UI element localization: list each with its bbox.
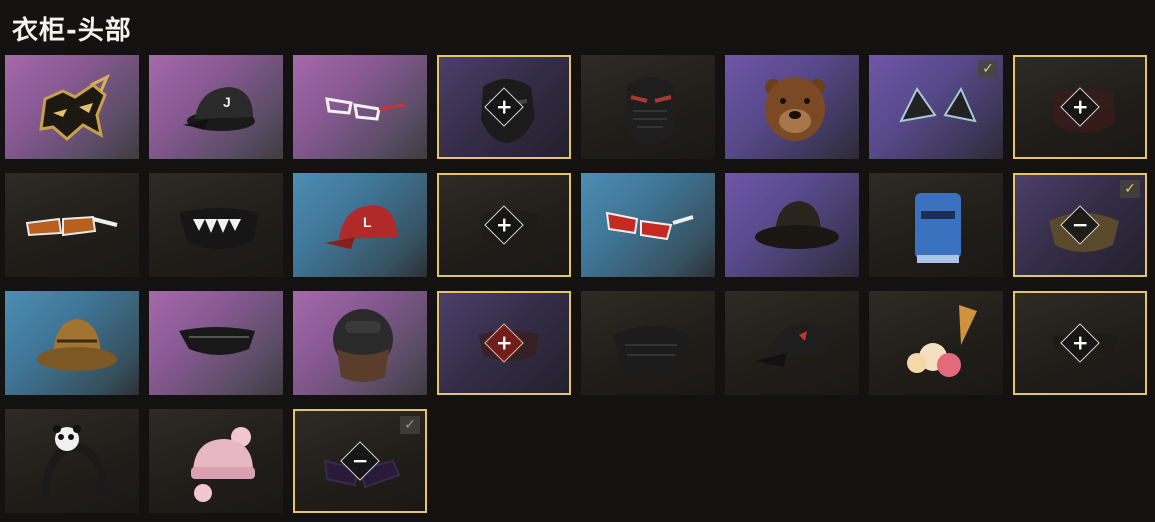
gold-mask-icon — [5, 55, 139, 159]
wardrobe-item-dark-goggles[interactable]: + — [1013, 291, 1147, 395]
wardrobe-item-ice-cream-hat[interactable] — [869, 291, 1003, 395]
wardrobe-item-blue-helmet[interactable] — [869, 173, 1003, 277]
wardrobe-item-panda-headband[interactable] — [5, 409, 139, 513]
pink-beanie-icon — [149, 409, 283, 513]
wardrobe-item-ninja-mask[interactable] — [581, 55, 715, 159]
svg-text:L: L — [363, 214, 372, 230]
black-cap-red-icon — [725, 291, 859, 395]
svg-text:J: J — [223, 94, 231, 110]
pilot-helmet-icon — [293, 291, 427, 395]
bear-head-icon — [725, 55, 859, 159]
ninja-mask-icon — [581, 55, 715, 159]
minus-icon: − — [351, 448, 369, 473]
black-respirator-icon — [581, 291, 715, 395]
bucket-hat-tan-icon — [5, 291, 139, 395]
wardrobe-item-black-eyepatch[interactable] — [149, 291, 283, 395]
wardrobe-item-red-cap-l[interactable]: L — [293, 173, 427, 277]
red-sunglasses-icon — [581, 173, 715, 277]
plus-icon: + — [495, 212, 513, 237]
wardrobe-item-camo-mask[interactable]: ✓ − — [1013, 173, 1147, 277]
equipped-check-icon: ✓ — [1120, 180, 1140, 198]
red-cap-l-icon: L — [293, 173, 427, 277]
equipped-check-icon: ✓ — [978, 60, 998, 78]
plus-icon: + — [495, 330, 513, 355]
wardrobe-item-red-item[interactable]: + — [437, 291, 571, 395]
wardrobe-item-black-face-mask[interactable]: + — [437, 55, 571, 159]
wardrobe-item-red-mask[interactable]: + — [1013, 55, 1147, 159]
plus-icon: + — [495, 94, 513, 119]
wardrobe-item-black-cap-red[interactable] — [725, 291, 859, 395]
wardrobe-item-pilot-helmet[interactable] — [293, 291, 427, 395]
bucket-hat-dark-icon — [725, 173, 859, 277]
wardrobe-item-bucket-hat-tan[interactable] — [5, 291, 139, 395]
plus-icon: + — [1071, 94, 1089, 119]
black-cap-j-icon: J — [149, 55, 283, 159]
wardrobe-item-bear-head[interactable] — [725, 55, 859, 159]
wardrobe-item-black-cap-j[interactable]: J — [149, 55, 283, 159]
wardrobe-item-bucket-hat-dark[interactable] — [725, 173, 859, 277]
ice-cream-hat-icon — [869, 291, 1003, 395]
white-glasses-icon — [293, 55, 427, 159]
wardrobe-item-sport-sunglasses[interactable] — [5, 173, 139, 277]
teeth-face-mask-icon — [149, 173, 283, 277]
blue-helmet-icon — [869, 173, 1003, 277]
wardrobe-item-dark-item[interactable]: + — [437, 173, 571, 277]
wardrobe-item-pink-beanie[interactable] — [149, 409, 283, 513]
page-title: 衣柜-头部 — [12, 16, 132, 46]
wardrobe-item-black-respirator[interactable] — [581, 291, 715, 395]
wardrobe-item-teeth-face-mask[interactable] — [149, 173, 283, 277]
wardrobe-item-purple-glasses[interactable]: ✓ − — [293, 409, 427, 513]
black-eyepatch-icon — [149, 291, 283, 395]
sport-sunglasses-icon — [5, 173, 139, 277]
wardrobe-item-cat-ears[interactable]: ✓ — [869, 55, 1003, 159]
wardrobe-grid: J + ✓ + L + ✓ − + + ✓ − — [5, 55, 1147, 513]
wardrobe-item-red-sunglasses[interactable] — [581, 173, 715, 277]
wardrobe-item-gold-mask[interactable] — [5, 55, 139, 159]
wardrobe-item-white-glasses[interactable] — [293, 55, 427, 159]
panda-headband-icon — [5, 409, 139, 513]
plus-icon: + — [1071, 330, 1089, 355]
minus-icon: − — [1071, 212, 1089, 237]
equipped-check-icon: ✓ — [400, 416, 420, 434]
